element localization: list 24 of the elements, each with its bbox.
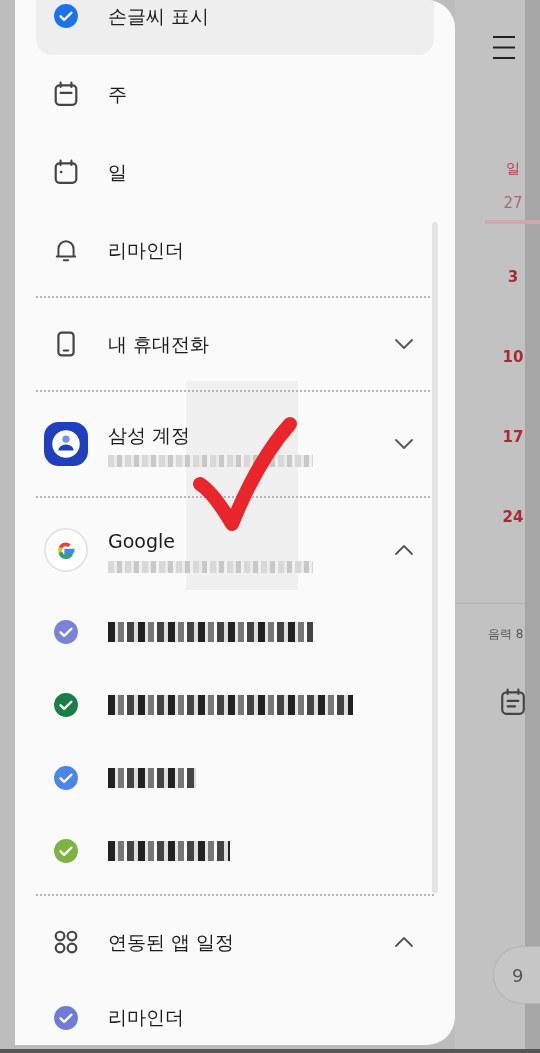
account-row[interactable]: 연동된 앱 일정 xyxy=(36,903,434,981)
menu-item[interactable]: 주 xyxy=(36,55,434,133)
calendar-icon xyxy=(53,159,79,185)
account-row[interactable]: 삼성 계정 xyxy=(36,399,434,489)
google-icon xyxy=(44,528,88,572)
account-row[interactable]: 내 휴대전화 xyxy=(36,305,434,383)
menu-item[interactable]: 리마인더 xyxy=(36,211,434,289)
date-number[interactable]: 3 xyxy=(495,264,531,344)
account-row[interactable]: Google xyxy=(36,505,434,595)
weekday-label: 일 xyxy=(505,159,521,178)
bell-icon xyxy=(53,237,79,263)
scrollbar[interactable] xyxy=(432,222,438,893)
date-number[interactable]: 24 xyxy=(495,504,531,584)
calendar-icon xyxy=(53,81,79,107)
calendar-name[interactable]: 리마인더 xyxy=(108,1003,184,1032)
calendar-icon xyxy=(500,688,526,716)
date-number[interactable]: 10 xyxy=(495,344,531,424)
menu-icon xyxy=(492,35,516,60)
date-number[interactable]: 17 xyxy=(495,424,531,504)
account-icon xyxy=(44,422,88,466)
lunar-date: 음력 8 xyxy=(488,626,524,643)
apps-icon xyxy=(53,929,79,955)
menu-item[interactable]: 일 xyxy=(36,133,434,211)
menu-item[interactable]: 손글씨 표시 xyxy=(36,0,434,55)
